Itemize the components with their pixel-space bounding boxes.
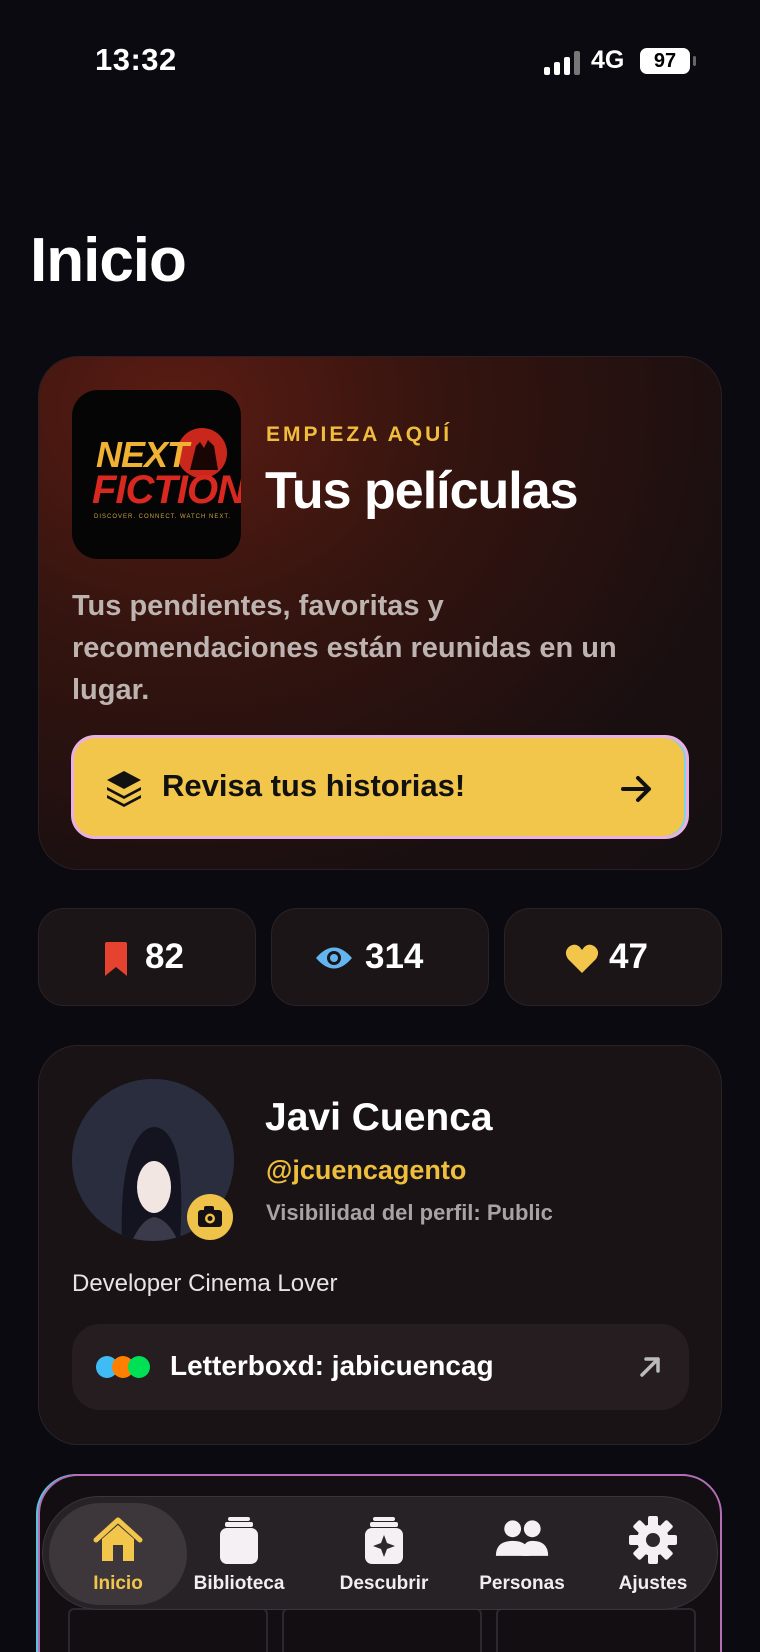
story-thumbnail[interactable]: [68, 1608, 268, 1652]
external-link-icon: [640, 1357, 660, 1377]
stat-watched-value: 314: [365, 937, 424, 976]
tab-ajustes[interactable]: Ajustes: [595, 1497, 711, 1611]
tab-personas[interactable]: Personas: [457, 1497, 587, 1611]
status-time: 13:32: [95, 42, 177, 77]
status-bar: 13:32 4G 97: [0, 0, 760, 120]
stat-favorites-value: 47: [609, 937, 648, 976]
arrow-right-icon: [621, 776, 651, 802]
tab-inicio[interactable]: Inicio: [49, 1497, 187, 1611]
home-icon: [93, 1517, 143, 1561]
heart-icon: [565, 944, 599, 973]
tab-inicio-label: Inicio: [93, 1573, 143, 1594]
profile-visibility: Visibilidad del perfil: Public: [266, 1200, 553, 1225]
tab-ajustes-label: Ajustes: [618, 1573, 688, 1594]
hero-title: Tus películas: [265, 462, 579, 520]
review-stories-label: Revisa tus historias!: [162, 768, 466, 803]
change-photo-button[interactable]: [187, 1194, 233, 1240]
hero-description: Tus pendientes, favoritas y recomendacio…: [72, 590, 617, 706]
letterboxd-link[interactable]: Letterboxd: jabicuencag: [72, 1324, 689, 1410]
battery-icon: 97: [640, 48, 696, 74]
bookmark-icon: [105, 942, 127, 976]
stat-favorites[interactable]: 47: [504, 908, 722, 1006]
layers-icon: [107, 771, 141, 807]
stat-watchlist-value: 82: [145, 937, 184, 976]
tab-bar: Inicio Biblioteca Descubrir Personas Aju…: [42, 1496, 718, 1610]
logo-tagline: DISCOVER. CONNECT. WATCH NEXT.: [94, 514, 232, 520]
letterboxd-icon: [96, 1356, 152, 1378]
people-icon: [495, 1520, 549, 1556]
tab-descubrir[interactable]: Descubrir: [319, 1497, 449, 1611]
stat-watchlist[interactable]: 82: [38, 908, 256, 1006]
stat-watched[interactable]: 314: [271, 908, 489, 1006]
app-logo: NEXT FICTION DISCOVER. CONNECT. WATCH NE…: [72, 390, 241, 559]
logo-text-bottom: FICTION: [92, 468, 241, 512]
profile-handle: @jcuencagento: [266, 1155, 467, 1185]
profile-bio: Developer Cinema Lover: [72, 1270, 338, 1297]
tab-descubrir-label: Descubrir: [339, 1573, 429, 1594]
story-thumbnail[interactable]: [282, 1608, 482, 1652]
tab-biblioteca-label: Biblioteca: [193, 1573, 285, 1594]
hero-eyebrow: EMPIEZA AQUÍ: [266, 423, 453, 446]
page-title: Inicio: [30, 226, 187, 295]
discover-icon: [365, 1517, 403, 1564]
eye-icon: [316, 947, 352, 969]
tab-biblioteca[interactable]: Biblioteca: [183, 1497, 295, 1611]
library-icon: [220, 1517, 258, 1564]
profile-card: Javi Cuenca @jcuencagento Visibilidad de…: [38, 1045, 722, 1445]
network-type: 4G: [591, 46, 625, 74]
gear-icon: [629, 1516, 677, 1564]
profile-name: Javi Cuenca: [265, 1096, 493, 1139]
letterboxd-label: Letterboxd: jabicuencag: [170, 1350, 494, 1381]
signal-icon: [544, 51, 584, 75]
hero-card: NEXT FICTION DISCOVER. CONNECT. WATCH NE…: [38, 356, 722, 870]
tab-personas-label: Personas: [479, 1573, 565, 1594]
review-stories-button[interactable]: Revisa tus historias!: [71, 735, 689, 839]
camera-icon: [198, 1206, 222, 1227]
story-thumbnail[interactable]: [496, 1608, 696, 1652]
